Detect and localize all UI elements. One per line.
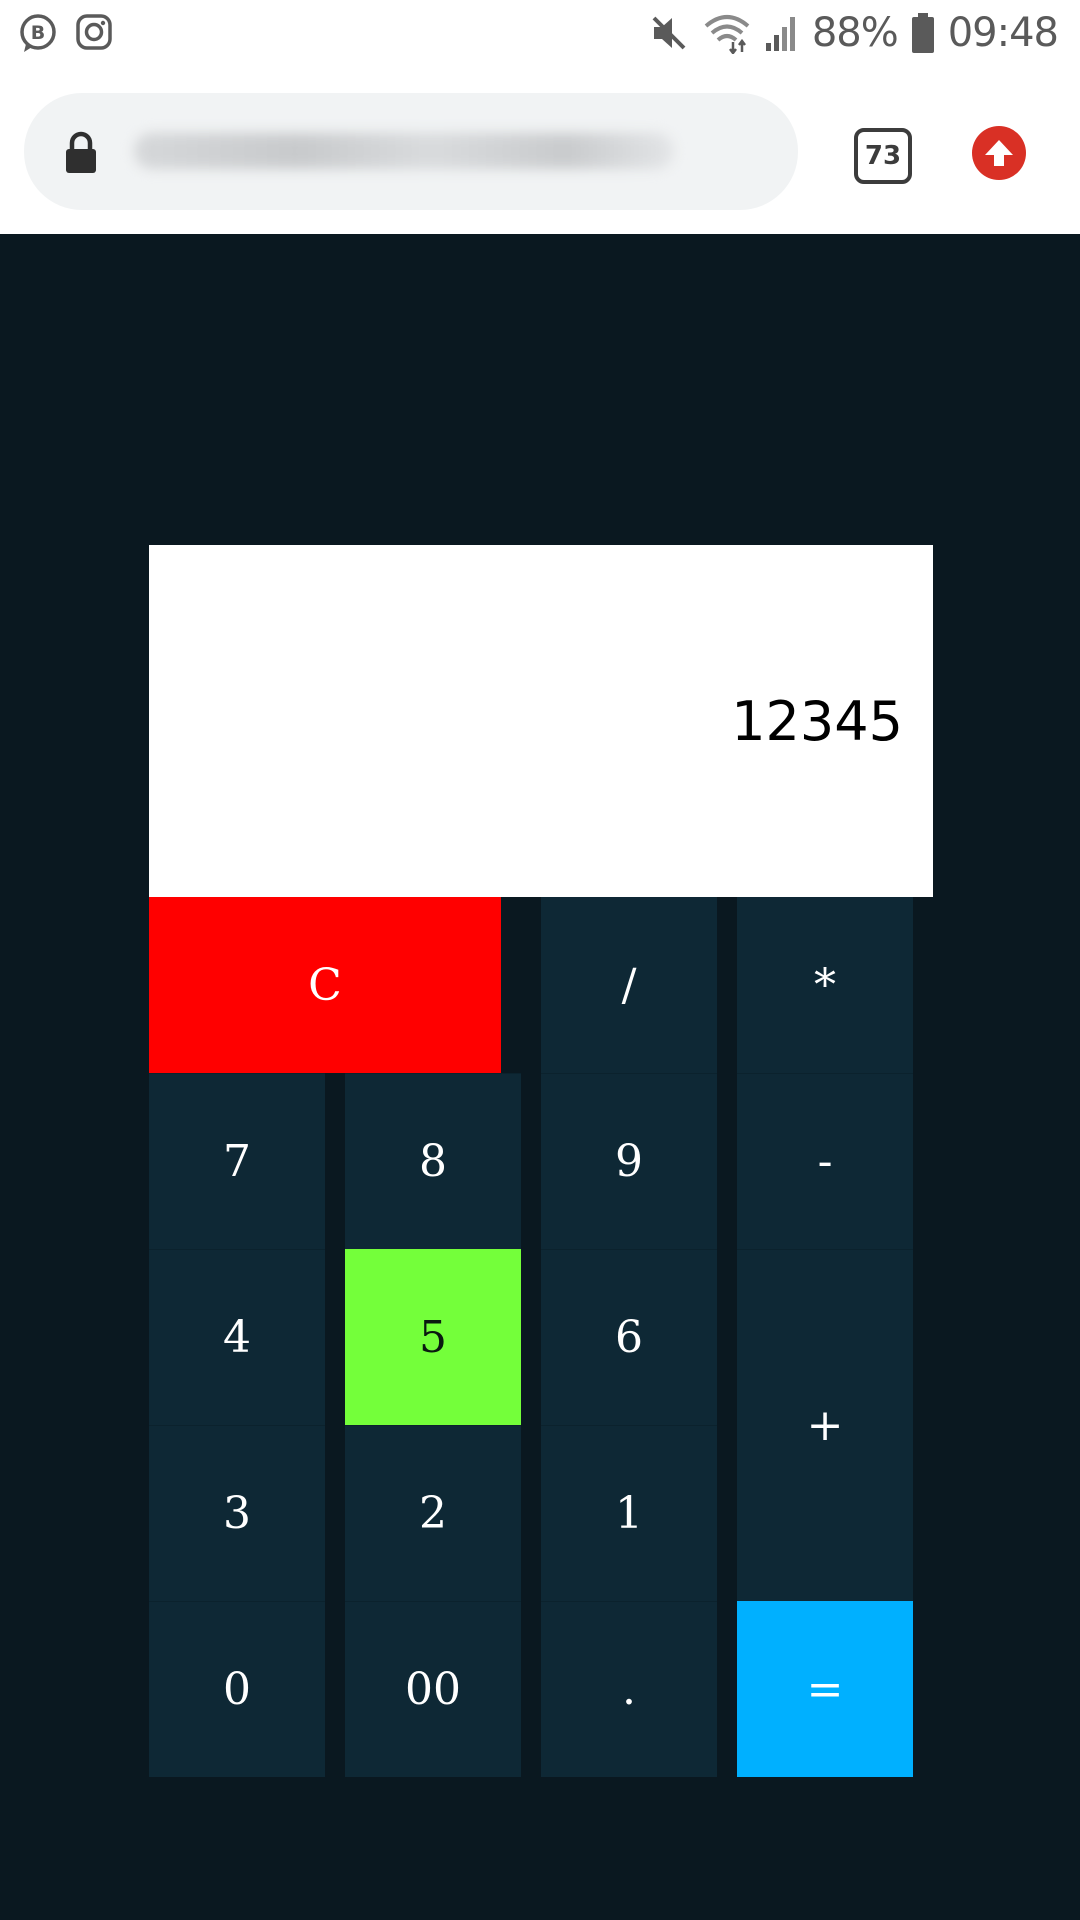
arrow-up-icon — [982, 136, 1016, 170]
signal-icon — [764, 13, 800, 53]
digit-2-button[interactable]: 2 — [345, 1425, 521, 1601]
instagram-icon — [74, 12, 114, 56]
display-value: 12345 — [731, 689, 903, 753]
tab-switcher-button[interactable]: 73 — [854, 128, 912, 184]
digit-6-button[interactable]: 6 — [541, 1249, 717, 1425]
digit-9-button[interactable]: 9 — [541, 1073, 717, 1249]
decimal-point-button[interactable]: . — [541, 1601, 717, 1777]
url-text[interactable] — [134, 133, 674, 169]
battery-percent: 88% — [811, 10, 899, 56]
digit-1-button[interactable]: 1 — [541, 1425, 717, 1601]
equals-button[interactable]: = — [737, 1601, 913, 1777]
update-button[interactable] — [972, 126, 1026, 180]
digit-8-button[interactable]: 8 — [345, 1073, 521, 1249]
status-bar: B 88% 09:48 — [0, 0, 1080, 72]
divide-button[interactable]: / — [541, 897, 717, 1073]
digit-4-button[interactable]: 4 — [149, 1249, 325, 1425]
business-b-icon: B — [18, 12, 58, 56]
digit-5-button[interactable]: 5 — [345, 1249, 521, 1425]
clock: 09:48 — [947, 10, 1059, 56]
lock-icon — [64, 131, 98, 175]
browser-toolbar: 73 — [0, 72, 1080, 234]
digit-0-button[interactable]: 0 — [149, 1601, 325, 1777]
calculator-display: 12345 — [149, 545, 933, 897]
mute-icon — [648, 12, 690, 54]
digit-3-button[interactable]: 3 — [149, 1425, 325, 1601]
wifi-icon — [702, 12, 752, 54]
plus-button[interactable]: + — [737, 1249, 913, 1601]
digit-7-button[interactable]: 7 — [149, 1073, 325, 1249]
multiply-button[interactable]: * — [737, 897, 913, 1073]
minus-button[interactable]: - — [737, 1073, 913, 1249]
battery-icon — [910, 11, 936, 55]
double-zero-button[interactable]: 00 — [345, 1601, 521, 1777]
clear-button[interactable]: C — [149, 897, 501, 1073]
address-bar[interactable] — [24, 93, 798, 210]
svg-text:B: B — [31, 22, 45, 44]
